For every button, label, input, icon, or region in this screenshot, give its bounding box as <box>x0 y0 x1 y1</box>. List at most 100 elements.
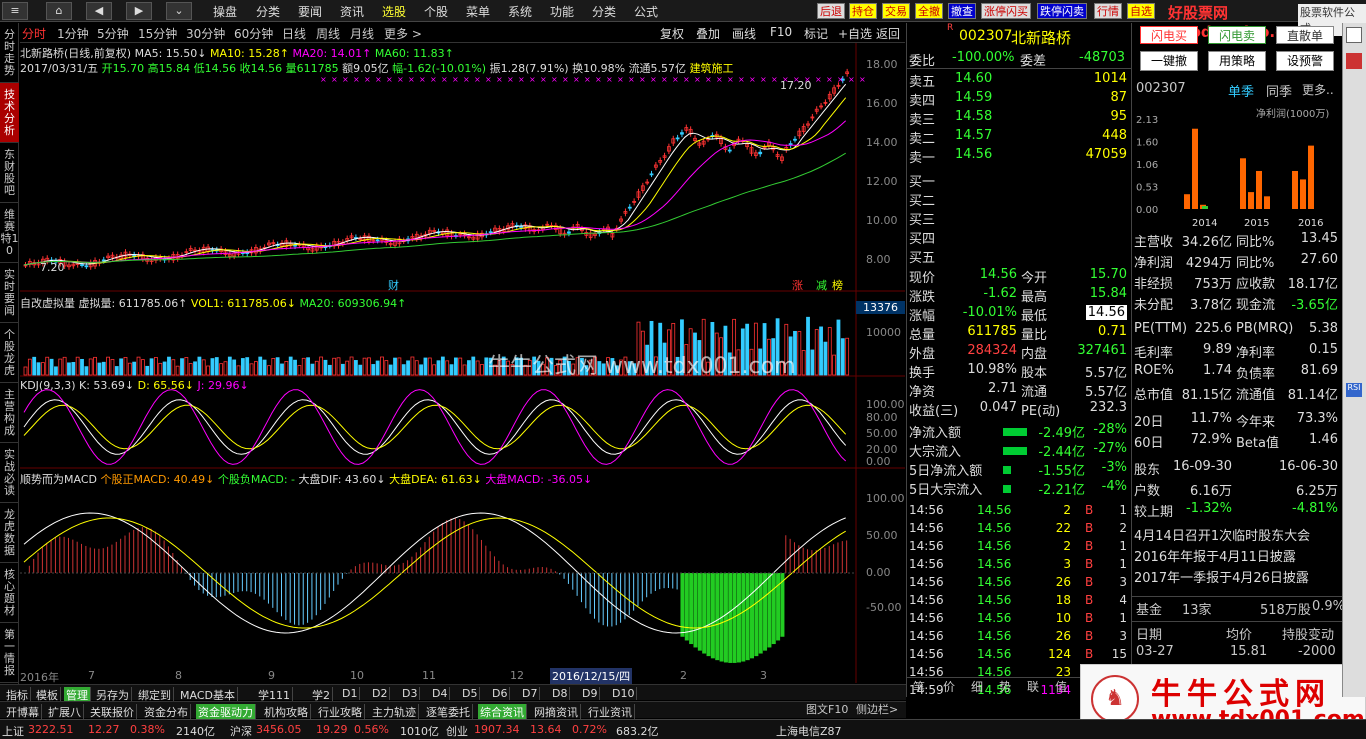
menu-xuangu[interactable]: 选股 <box>382 3 406 20</box>
tool-return[interactable]: 返回 <box>876 25 900 42</box>
indicator-tab[interactable]: D9 <box>580 687 601 700</box>
quote-button[interactable]: 行情 <box>1094 3 1122 19</box>
tab-intel[interactable]: 第一情报 <box>0 623 19 683</box>
menu-zixun[interactable]: 资讯 <box>340 3 364 20</box>
tab-zhi[interactable]: 值 <box>1055 678 1067 695</box>
menu-xitong[interactable]: 系统 <box>508 3 532 20</box>
menu-caopan[interactable]: 操盘 <box>213 3 237 20</box>
billboard-marker[interactable]: 榜 <box>832 277 843 293</box>
flash-buy-button[interactable]: 闪电买 <box>1140 26 1198 44</box>
f10-link[interactable]: 图文F10 <box>806 701 848 717</box>
period-60min[interactable]: 60分钟 <box>234 25 273 42</box>
alert-button[interactable]: 设预警 <box>1276 51 1334 71</box>
collapse-icon[interactable]: ⌄ <box>166 2 192 20</box>
single-quarter-tab[interactable]: 单季 <box>1228 81 1254 100</box>
tab-business[interactable]: 主营构成 <box>0 383 19 443</box>
back-arrow-icon[interactable]: ◀ <box>86 2 112 20</box>
tool-overlay[interactable]: 叠加 <box>696 25 720 42</box>
menu-yaowen[interactable]: 要闻 <box>298 3 322 20</box>
menu-gegu[interactable]: 个股 <box>424 3 448 20</box>
period-weekly[interactable]: 周线 <box>316 25 340 42</box>
indicator-tab[interactable]: D2 <box>370 687 391 700</box>
more-link[interactable]: 更多.. <box>1302 81 1334 98</box>
tool-draw[interactable]: 画线 <box>732 25 756 42</box>
rss-icon[interactable]: RSI <box>1346 383 1362 397</box>
tab-longhu-data[interactable]: 龙虎数据 <box>0 503 19 563</box>
tab-lian[interactable]: 联 <box>1027 678 1039 695</box>
extension-tab[interactable]: 逐笔委托 <box>424 704 473 720</box>
finance-marker[interactable]: 财 <box>388 277 399 293</box>
indicator-tab[interactable]: D10 <box>610 687 638 700</box>
indicator-tab[interactable]: D4 <box>430 687 451 700</box>
menu-icon[interactable]: ≡ <box>2 2 28 20</box>
tab-intraday[interactable]: 分时走势 <box>0 23 19 83</box>
tab-core-theme[interactable]: 核心题材 <box>0 563 19 623</box>
tab-longhu[interactable]: 个股龙虎 <box>0 323 19 383</box>
one-key-cancel-button[interactable]: 一键撤 <box>1140 51 1198 71</box>
extension-tab[interactable]: 资金驱动力 <box>196 704 256 720</box>
watchlist-button[interactable]: 自选 <box>1127 3 1155 19</box>
same-quarter-tab[interactable]: 同季 <box>1266 81 1292 100</box>
menu-caidan[interactable]: 菜单 <box>466 3 490 20</box>
holdings-button[interactable]: 持仓 <box>849 3 877 19</box>
indicator-tab[interactable]: D1 <box>340 687 361 700</box>
period-15min[interactable]: 15分钟 <box>138 25 177 42</box>
reduce-marker[interactable]: 减 <box>816 277 827 293</box>
extension-tab[interactable]: 资金分布 <box>142 704 191 720</box>
flash-sell-button[interactable]: 闪电卖 <box>1208 26 1266 44</box>
limit-up-buy-button[interactable]: 涨停闪买 <box>981 3 1031 19</box>
home-icon[interactable]: ⌂ <box>46 2 72 20</box>
cancel-query-button[interactable]: 撤查 <box>948 3 976 19</box>
main-chart-area[interactable]: × × × × × × × × × × × × × × × × × × × × × × × × × × × × × × × × × × × × × × × ×… <box>20 43 905 684</box>
forward-arrow-icon[interactable]: ▶ <box>126 2 152 20</box>
extension-tab[interactable]: 开博幕 <box>4 704 42 720</box>
tool-mark[interactable]: 标记 <box>804 25 828 42</box>
period-1min[interactable]: 1分钟 <box>57 25 89 42</box>
extension-tab[interactable]: 综合资讯 <box>478 704 527 720</box>
extension-tab[interactable]: 行业资讯 <box>586 704 635 720</box>
indicator-tab[interactable]: D5 <box>460 687 481 700</box>
close-icon[interactable] <box>1346 27 1362 43</box>
back-button[interactable]: 后退 <box>817 3 845 19</box>
news-item[interactable]: 2016年年报于4月11日披露 <box>1134 546 1296 565</box>
tab-xi[interactable]: 细 <box>971 678 983 695</box>
menu-fenlei2[interactable]: 分类 <box>592 3 616 20</box>
tab-jia[interactable]: 价 <box>943 678 955 695</box>
limit-up-marker[interactable]: 涨 <box>792 277 803 293</box>
indicator-tab[interactable]: D3 <box>400 687 421 700</box>
period-more[interactable]: 更多 > <box>384 25 422 42</box>
period-daily[interactable]: 日线 <box>282 25 306 42</box>
strategy-button[interactable]: 用策略 <box>1208 51 1266 71</box>
indicator-tab[interactable]: D8 <box>550 687 571 700</box>
sidebar-toggle[interactable]: 侧边栏> <box>856 701 898 717</box>
extension-tab[interactable]: 主力轨迹 <box>370 704 419 720</box>
tool-f10[interactable]: F10 <box>770 25 792 39</box>
limit-down-sell-button[interactable]: 跌停闪卖 <box>1037 3 1087 19</box>
tab-weisaite[interactable]: 维赛特10 <box>0 203 19 263</box>
indicator-tab[interactable]: D6 <box>490 687 511 700</box>
menu-fenlei[interactable]: 分类 <box>256 3 280 20</box>
trade-button[interactable]: 交易 <box>882 3 910 19</box>
tab-shi[interactable]: 势 <box>999 678 1011 695</box>
tool-add-watch[interactable]: +自选 <box>838 25 872 42</box>
tab-technical[interactable]: 技术分析 <box>0 83 19 143</box>
tab-news[interactable]: 实时要闻 <box>0 263 19 323</box>
news-item[interactable]: 2017年一季报于4月26日披露 <box>1134 567 1309 586</box>
indicator-tab[interactable]: D7 <box>520 687 541 700</box>
cancel-all-button[interactable]: 全撤 <box>915 3 943 19</box>
menu-gongshi[interactable]: 公式 <box>634 3 658 20</box>
extension-tab[interactable]: 机构攻略 <box>262 704 311 720</box>
news-item[interactable]: 4月14日召开1次临时股东大会 <box>1134 525 1310 544</box>
tool-fuquan[interactable]: 复权 <box>660 25 684 42</box>
tab-bi[interactable]: 笔 <box>913 678 925 695</box>
period-30min[interactable]: 30分钟 <box>186 25 225 42</box>
period-fenshi[interactable]: 分时 <box>22 25 46 42</box>
direct-order-button[interactable]: 直散单 <box>1276 26 1334 44</box>
period-monthly[interactable]: 月线 <box>350 25 374 42</box>
menu-gongneng[interactable]: 功能 <box>550 3 574 20</box>
period-5min[interactable]: 5分钟 <box>97 25 129 42</box>
extension-tab[interactable]: 关联报价 <box>88 704 137 720</box>
extension-tab[interactable]: 网摘资讯 <box>532 704 581 720</box>
tab-guba[interactable]: 东财股吧 <box>0 143 19 203</box>
extension-tab[interactable]: 扩展八 <box>46 704 84 720</box>
